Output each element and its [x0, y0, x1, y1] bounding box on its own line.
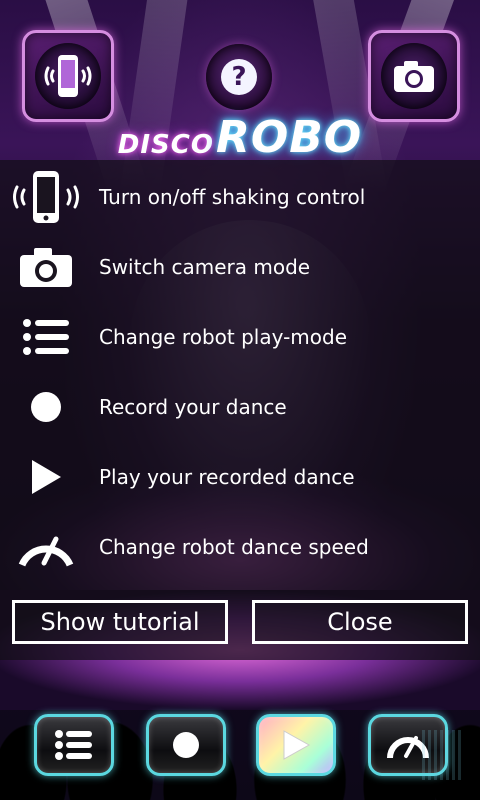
logo-word-disco: DISCO: [117, 130, 214, 160]
record-icon: [31, 392, 61, 422]
show-tutorial-button[interactable]: Show tutorial: [12, 600, 228, 644]
logo-word-robo: ROBO: [215, 112, 363, 163]
help-item-label: Change robot play-mode: [99, 325, 348, 349]
help-item: Change robot dance speed: [0, 512, 480, 582]
list-icon: [23, 319, 69, 355]
shake-phone-icon: [13, 171, 79, 223]
play-icon: [32, 460, 61, 494]
help-button[interactable]: ?: [206, 44, 272, 110]
record-icon: [173, 732, 199, 758]
speed-gauge-icon: [18, 536, 74, 567]
help-item-label: Switch camera mode: [99, 255, 311, 279]
help-overlay: Turn on/off shaking control Switch camer…: [0, 160, 480, 660]
help-item-label: Turn on/off shaking control: [99, 185, 366, 209]
help-item-label: Change robot dance speed: [99, 535, 369, 559]
help-item: Change robot play-mode: [0, 302, 480, 372]
play-icon: [283, 730, 311, 760]
list-icon: [55, 730, 92, 760]
camera-icon: [394, 61, 434, 92]
play-button[interactable]: [256, 714, 336, 776]
camera-icon: [20, 248, 72, 287]
help-item-label: Record your dance: [99, 395, 287, 419]
close-button[interactable]: Close: [252, 600, 468, 644]
help-item: Play your recorded dance: [0, 442, 480, 512]
play-mode-button[interactable]: [34, 714, 114, 776]
app-logo: DISCO ROBO: [80, 108, 400, 163]
help-item-label: Play your recorded dance: [99, 465, 355, 489]
equalizer-decoration: [422, 730, 462, 780]
shake-phone-icon: [44, 55, 92, 97]
help-item: Record your dance: [0, 372, 480, 442]
record-button[interactable]: [146, 714, 226, 776]
help-item: Turn on/off shaking control: [0, 162, 480, 232]
help-icon: ?: [221, 59, 257, 95]
help-item: Switch camera mode: [0, 232, 480, 302]
